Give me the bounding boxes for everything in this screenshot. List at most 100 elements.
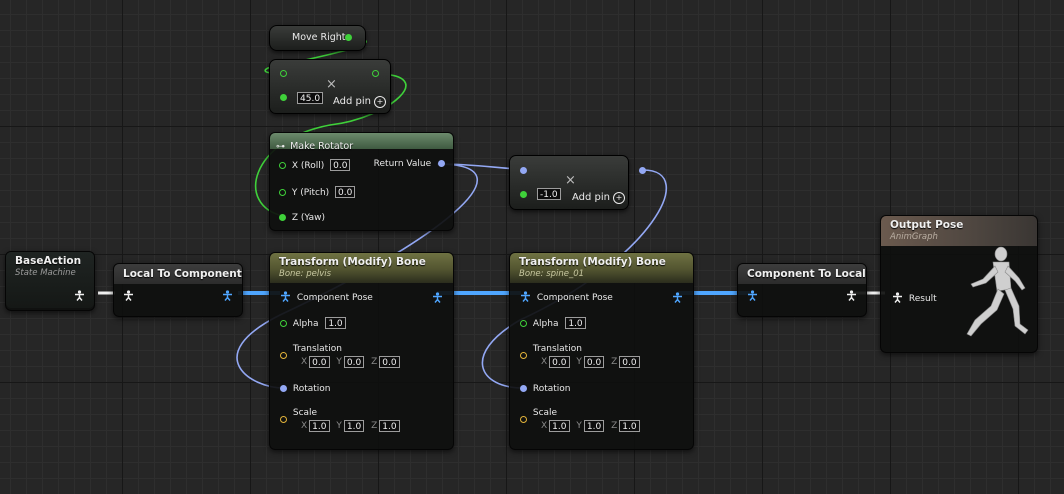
component-pose-label: Component Pose <box>536 293 613 303</box>
axis-x-label: X <box>541 421 548 431</box>
alpha-pin[interactable]: Alpha 1.0 <box>280 317 346 330</box>
translation-values: X 0.0 Y 0.0 Z 0.0 <box>297 356 400 369</box>
x-roll-value[interactable]: 0.0 <box>330 159 351 171</box>
component-to-local-node[interactable]: Component To Local <box>737 263 867 317</box>
anim-graph-canvas[interactable]: BaseAction State Machine Local To Compon… <box>0 0 1064 494</box>
float-pin-icon <box>280 319 287 327</box>
rotation-label: Rotation <box>292 384 331 394</box>
scale-z[interactable]: 1.0 <box>379 420 400 432</box>
local-to-component-title: Local To Component <box>123 268 242 280</box>
local-to-component-node[interactable]: Local To Component <box>113 263 243 317</box>
result-label: Result <box>908 294 937 304</box>
output-pose-node[interactable]: Output Pose AnimGraph Result <box>880 215 1038 353</box>
float-pin-icon[interactable] <box>372 70 379 77</box>
mannequin-icon <box>966 246 1029 337</box>
axis-y-label: Y <box>576 421 582 431</box>
z-yaw-label: Z (Yaw) <box>291 213 326 223</box>
translation-y[interactable]: 0.0 <box>583 356 605 368</box>
float-pin-icon[interactable] <box>280 94 287 101</box>
alpha-label: Alpha <box>292 318 319 329</box>
scale-values: X 1.0 Y 1.0 Z 1.0 <box>297 420 400 433</box>
make-rotator-node[interactable]: ⊶ Make Rotator X (Roll) 0.0 Y (Pitch) 0.… <box>269 132 454 231</box>
add-pin-label: Add pin <box>572 192 611 203</box>
rotator-pin-icon <box>520 385 527 392</box>
y-pitch-label: Y (Pitch) <box>291 187 330 198</box>
scale-x[interactable]: 1.0 <box>309 420 330 432</box>
transform-bone-subtitle: Bone: pelvis <box>279 269 332 279</box>
float-pin-icon[interactable] <box>520 191 527 198</box>
rotation-label: Rotation <box>532 384 571 394</box>
base-action-title: BaseAction <box>15 255 82 267</box>
scale-x[interactable]: 1.0 <box>549 420 570 432</box>
multiply-node-right[interactable]: × -1.0 Add pin + <box>509 155 646 210</box>
pose-pin-icon[interactable] <box>222 290 233 301</box>
y-pitch-value[interactable]: 0.0 <box>335 186 356 198</box>
float-pin-icon[interactable] <box>280 70 287 77</box>
move-right-node[interactable]: Move Right <box>269 25 366 51</box>
component-pose-pin[interactable]: Component Pose <box>520 291 613 304</box>
make-rotator-y-pin[interactable]: Y (Pitch) 0.0 <box>279 186 356 199</box>
pose-pin-icon <box>892 292 903 303</box>
axis-y-label: Y <box>576 357 582 367</box>
add-pin-icon: + <box>374 96 387 108</box>
rotator-pin-icon[interactable] <box>639 167 646 174</box>
pose-pin-icon[interactable] <box>432 292 443 303</box>
multiply-right-value[interactable]: -1.0 <box>537 188 561 200</box>
component-pose-label: Component Pose <box>296 293 373 303</box>
scale-y[interactable]: 1.0 <box>583 420 605 432</box>
pose-pin-icon <box>280 291 291 302</box>
rotator-pin-icon <box>280 385 287 392</box>
scale-z[interactable]: 1.0 <box>619 420 640 432</box>
axis-y-label: Y <box>336 357 342 367</box>
multiply-node-top[interactable]: × 45.0 Add pin + <box>269 59 391 114</box>
rotator-pin-icon <box>438 160 445 167</box>
vector-pin-icon <box>520 416 527 423</box>
translation-z[interactable]: 0.0 <box>379 356 400 368</box>
axis-z-label: Z <box>611 357 618 367</box>
translation-x[interactable]: 0.0 <box>549 356 570 368</box>
make-rotator-x-pin[interactable]: X (Roll) 0.0 <box>279 159 351 172</box>
axis-x-label: X <box>301 421 308 431</box>
translation-y[interactable]: 0.0 <box>343 356 365 368</box>
add-pin-label: Add pin <box>333 96 372 107</box>
float-pin-icon[interactable] <box>345 34 352 41</box>
alpha-value[interactable]: 1.0 <box>565 317 586 329</box>
transform-bone-node-pelvis[interactable]: Transform (Modify) Bone Bone: pelvis Com… <box>269 252 454 450</box>
make-rotator-z-pin[interactable]: Z (Yaw) <box>279 212 325 224</box>
axis-x-label: X <box>541 357 548 367</box>
x-roll-label: X (Roll) <box>291 160 325 171</box>
base-action-node[interactable]: BaseAction State Machine <box>5 251 95 311</box>
scale-label: Scale <box>292 408 318 418</box>
result-pin[interactable]: Result <box>892 292 937 305</box>
pose-pin-icon[interactable] <box>672 292 683 303</box>
translation-values: X 0.0 Y 0.0 Z 0.0 <box>537 356 640 369</box>
translation-x[interactable]: 0.0 <box>309 356 330 368</box>
alpha-value[interactable]: 1.0 <box>325 317 346 329</box>
transform-bone-title: Transform (Modify) Bone <box>279 256 426 268</box>
pose-pin-icon[interactable] <box>846 290 857 301</box>
return-value-pin[interactable]: Return Value <box>374 158 445 170</box>
make-rotator-title: Make Rotator <box>290 141 354 152</box>
component-pose-pin[interactable]: Component Pose <box>280 291 373 304</box>
multiply-icon: × <box>326 77 337 92</box>
pose-pin-icon[interactable] <box>747 290 758 301</box>
vector-pin-icon <box>280 416 287 423</box>
transform-bone-node-spine[interactable]: Transform (Modify) Bone Bone: spine_01 C… <box>509 252 694 450</box>
add-pin-button[interactable]: Add pin + <box>572 192 626 204</box>
scale-y[interactable]: 1.0 <box>343 420 365 432</box>
make-struct-icon: ⊶ <box>276 142 285 152</box>
multiply-top-value[interactable]: 45.0 <box>297 92 324 104</box>
rotator-pin-icon[interactable] <box>520 167 527 174</box>
translation-label: Translation <box>292 344 342 354</box>
pose-pin-icon[interactable] <box>123 290 134 301</box>
add-pin-button[interactable]: Add pin + <box>333 96 387 108</box>
output-pose-subtitle: AnimGraph <box>890 232 938 242</box>
translation-z[interactable]: 0.0 <box>619 356 640 368</box>
rotation-pin[interactable]: Rotation <box>520 383 571 395</box>
add-pin-icon: + <box>613 192 626 204</box>
rotation-pin[interactable]: Rotation <box>280 383 331 395</box>
float-pin-icon <box>279 214 286 221</box>
alpha-pin[interactable]: Alpha 1.0 <box>520 317 586 330</box>
float-pin-icon <box>279 161 286 169</box>
pose-pin-icon[interactable] <box>74 290 85 301</box>
